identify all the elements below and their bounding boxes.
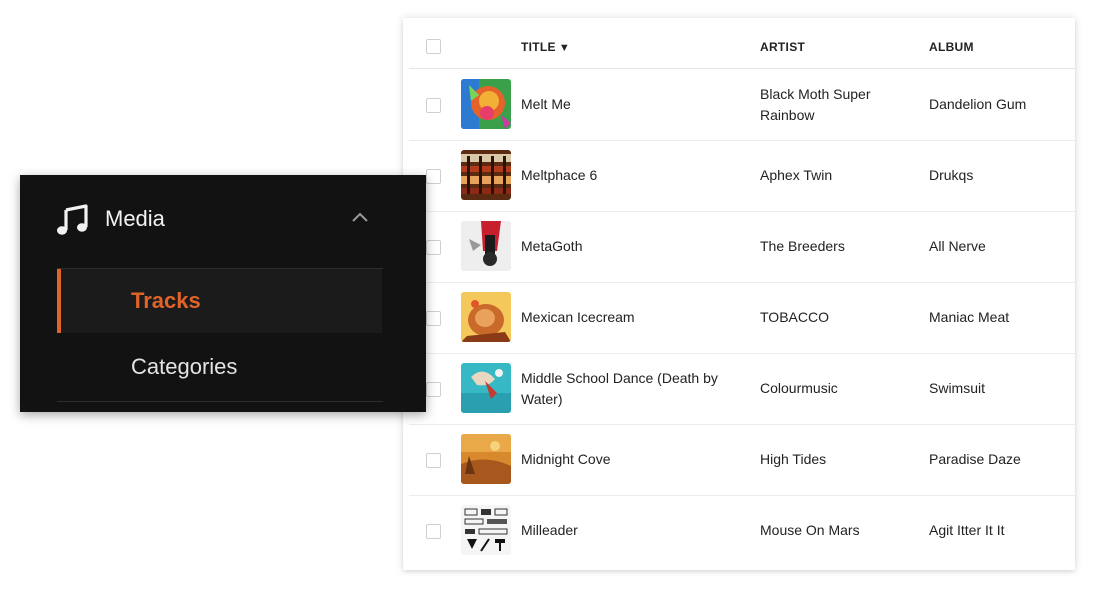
row-checkbox[interactable] bbox=[426, 311, 441, 326]
album-art-thumbnail bbox=[461, 363, 511, 413]
table-header: TITLE ▼ ARTIST ALBUM bbox=[409, 24, 1075, 69]
track-title: Meltphace 6 bbox=[521, 167, 598, 183]
track-artist: Black Moth Super Rainbow bbox=[760, 85, 871, 123]
sort-descending-icon: ▼ bbox=[558, 42, 571, 54]
row-checkbox[interactable] bbox=[426, 382, 441, 397]
track-album: All Nerve bbox=[929, 238, 986, 254]
track-title: Melt Me bbox=[521, 96, 571, 112]
column-header-title-label: TITLE bbox=[521, 40, 556, 54]
track-title: MetaGoth bbox=[521, 238, 583, 254]
menu-section-media[interactable]: Media bbox=[20, 175, 426, 267]
album-art-thumbnail bbox=[461, 505, 511, 555]
menu-item-tracks[interactable]: Tracks bbox=[57, 269, 382, 333]
tracks-table-panel: TITLE ▼ ARTIST ALBUM Melt Me Black Moth S… bbox=[403, 18, 1075, 570]
album-art-thumbnail bbox=[461, 292, 511, 342]
track-title: Midnight Cove bbox=[521, 451, 611, 467]
table-row[interactable]: Melt Me Black Moth Super Rainbow Dandeli… bbox=[409, 69, 1075, 141]
table-row[interactable]: Mexican Icecream TOBACCO Maniac Meat bbox=[409, 282, 1075, 354]
row-checkbox[interactable] bbox=[426, 453, 441, 468]
table-row[interactable]: Meltphace 6 Aphex Twin Drukqs bbox=[409, 140, 1075, 212]
column-header-artist[interactable]: ARTIST bbox=[760, 40, 805, 54]
track-artist: Aphex Twin bbox=[760, 167, 833, 183]
album-art-thumbnail bbox=[461, 434, 511, 484]
album-art-thumbnail bbox=[461, 150, 511, 200]
track-album: Drukqs bbox=[929, 167, 974, 183]
table-row[interactable]: Middle School Dance (Death by Water) Col… bbox=[409, 353, 1075, 425]
menu-section-title: Media bbox=[105, 206, 165, 231]
track-album: Swimsuit bbox=[929, 380, 986, 396]
track-artist: TOBACCO bbox=[760, 309, 829, 325]
track-artist: Mouse On Mars bbox=[760, 522, 860, 538]
select-all-checkbox[interactable] bbox=[426, 39, 441, 54]
column-header-title[interactable]: TITLE ▼ bbox=[521, 40, 570, 54]
table-row[interactable]: Milleader Mouse On Mars Agit Itter It It bbox=[409, 495, 1075, 564]
track-artist: High Tides bbox=[760, 451, 827, 467]
track-artist: The Breeders bbox=[760, 238, 845, 254]
row-checkbox[interactable] bbox=[426, 524, 441, 539]
album-art-thumbnail bbox=[461, 79, 511, 129]
sidebar-menu: Media Tracks Categories bbox=[20, 175, 426, 412]
track-artist: Colourmusic bbox=[760, 380, 838, 396]
track-album: Maniac Meat bbox=[929, 309, 1010, 325]
tracks-table: TITLE ▼ ARTIST ALBUM Melt Me Black Moth S… bbox=[409, 24, 1075, 564]
row-checkbox[interactable] bbox=[426, 98, 441, 113]
table-row[interactable]: MetaGoth The Breeders All Nerve bbox=[409, 211, 1075, 283]
menu-item-label: Categories bbox=[131, 354, 238, 379]
track-album: Agit Itter It It bbox=[929, 522, 1005, 538]
music-note-icon bbox=[57, 204, 88, 235]
menu-item-categories[interactable]: Categories bbox=[57, 335, 382, 399]
menu-item-label: Tracks bbox=[131, 288, 201, 313]
menu-divider bbox=[57, 401, 383, 402]
column-header-album[interactable]: ALBUM bbox=[929, 40, 974, 54]
track-title: Milleader bbox=[521, 522, 578, 538]
track-title: Mexican Icecream bbox=[521, 309, 635, 325]
track-title: Middle School Dance (Death by Water) bbox=[521, 369, 718, 407]
album-art-thumbnail bbox=[461, 221, 511, 271]
track-album: Paradise Daze bbox=[929, 451, 1021, 467]
row-checkbox[interactable] bbox=[426, 169, 441, 184]
track-album: Dandelion Gum bbox=[929, 96, 1027, 112]
chevron-up-icon[interactable] bbox=[351, 211, 369, 223]
row-checkbox[interactable] bbox=[426, 240, 441, 255]
table-row[interactable]: Midnight Cove High Tides Paradise Daze bbox=[409, 424, 1075, 496]
active-indicator bbox=[57, 269, 61, 333]
